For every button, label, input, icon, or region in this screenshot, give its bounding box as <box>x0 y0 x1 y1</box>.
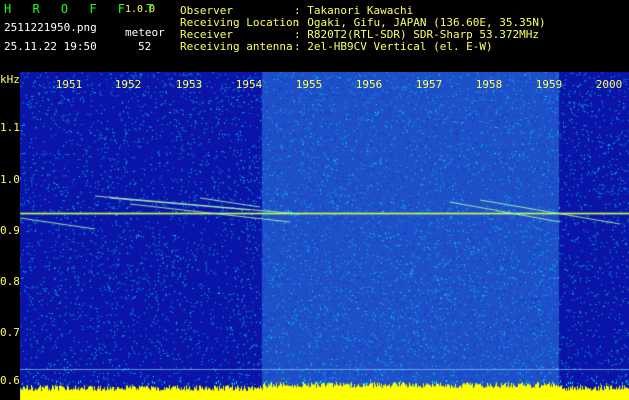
ytick-label: 0.9 <box>0 224 20 237</box>
column-label: 1954 <box>235 78 263 91</box>
column-label: 1956 <box>355 78 383 91</box>
antenna-label: Receiving antenna <box>180 40 293 53</box>
header-panel: H R O F F T 1.0.0 2511221950.png meteor … <box>0 0 629 72</box>
ytick-label: 1.0 <box>0 173 20 186</box>
column-label: 1957 <box>415 78 443 91</box>
ytick-label: 0.7 <box>0 326 20 339</box>
file-datetime: 25.11.22 19:50 <box>4 40 97 53</box>
app-version: 1.0.0 <box>125 4 156 15</box>
meteor-count: 52 <box>138 40 152 53</box>
frequency-axis: kHz 1.1 1.0 0.9 0.8 0.7 0.6 <box>0 72 20 400</box>
meteor-label: meteor <box>125 26 165 39</box>
column-label: 1951 <box>55 78 83 91</box>
column-label: 1952 <box>114 78 142 91</box>
file-name: 2511221950.png <box>4 21 97 34</box>
ytick-label: 0.8 <box>0 275 20 288</box>
ytick-label: 0.6 <box>0 374 20 387</box>
column-label: 1959 <box>535 78 563 91</box>
column-label: 1958 <box>475 78 503 91</box>
axis-unit-label: kHz <box>0 73 20 86</box>
spectrogram-canvas <box>0 72 629 400</box>
antenna-value: : 2el-HB9CV Vertical (el. E-W) <box>294 40 493 53</box>
column-label: 1953 <box>175 78 203 91</box>
ytick-label: 1.1 <box>0 121 20 134</box>
column-label: 2000 <box>595 78 623 91</box>
column-label: 1955 <box>295 78 323 91</box>
